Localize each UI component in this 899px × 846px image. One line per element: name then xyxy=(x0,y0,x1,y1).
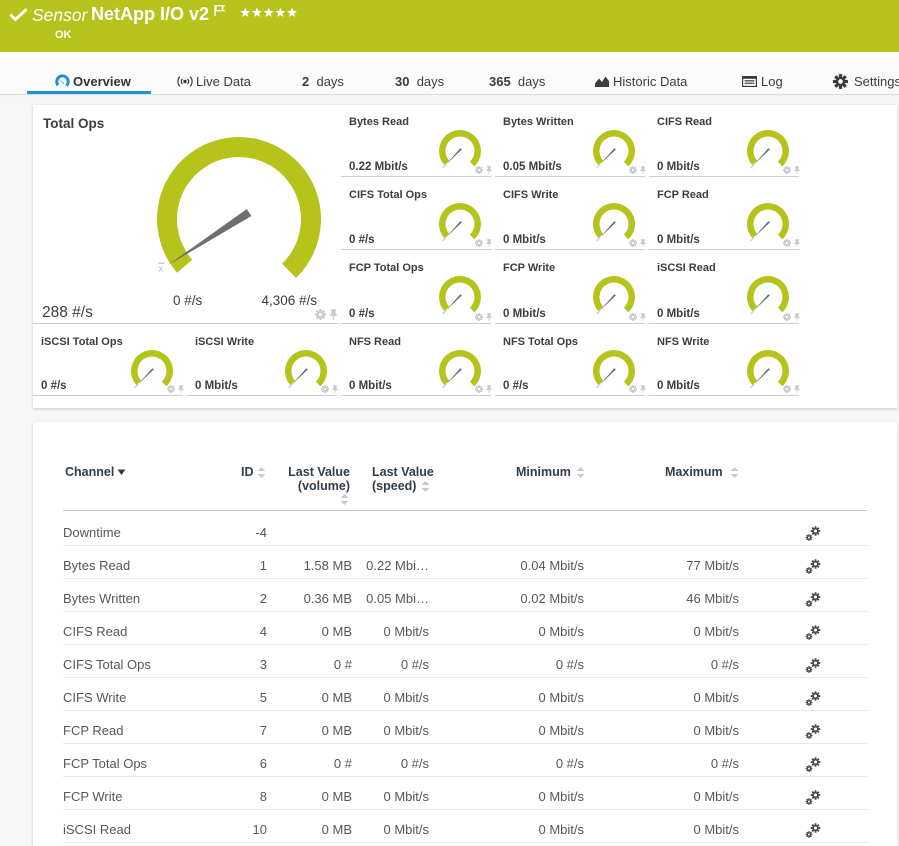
svg-text:x: x xyxy=(159,264,164,274)
